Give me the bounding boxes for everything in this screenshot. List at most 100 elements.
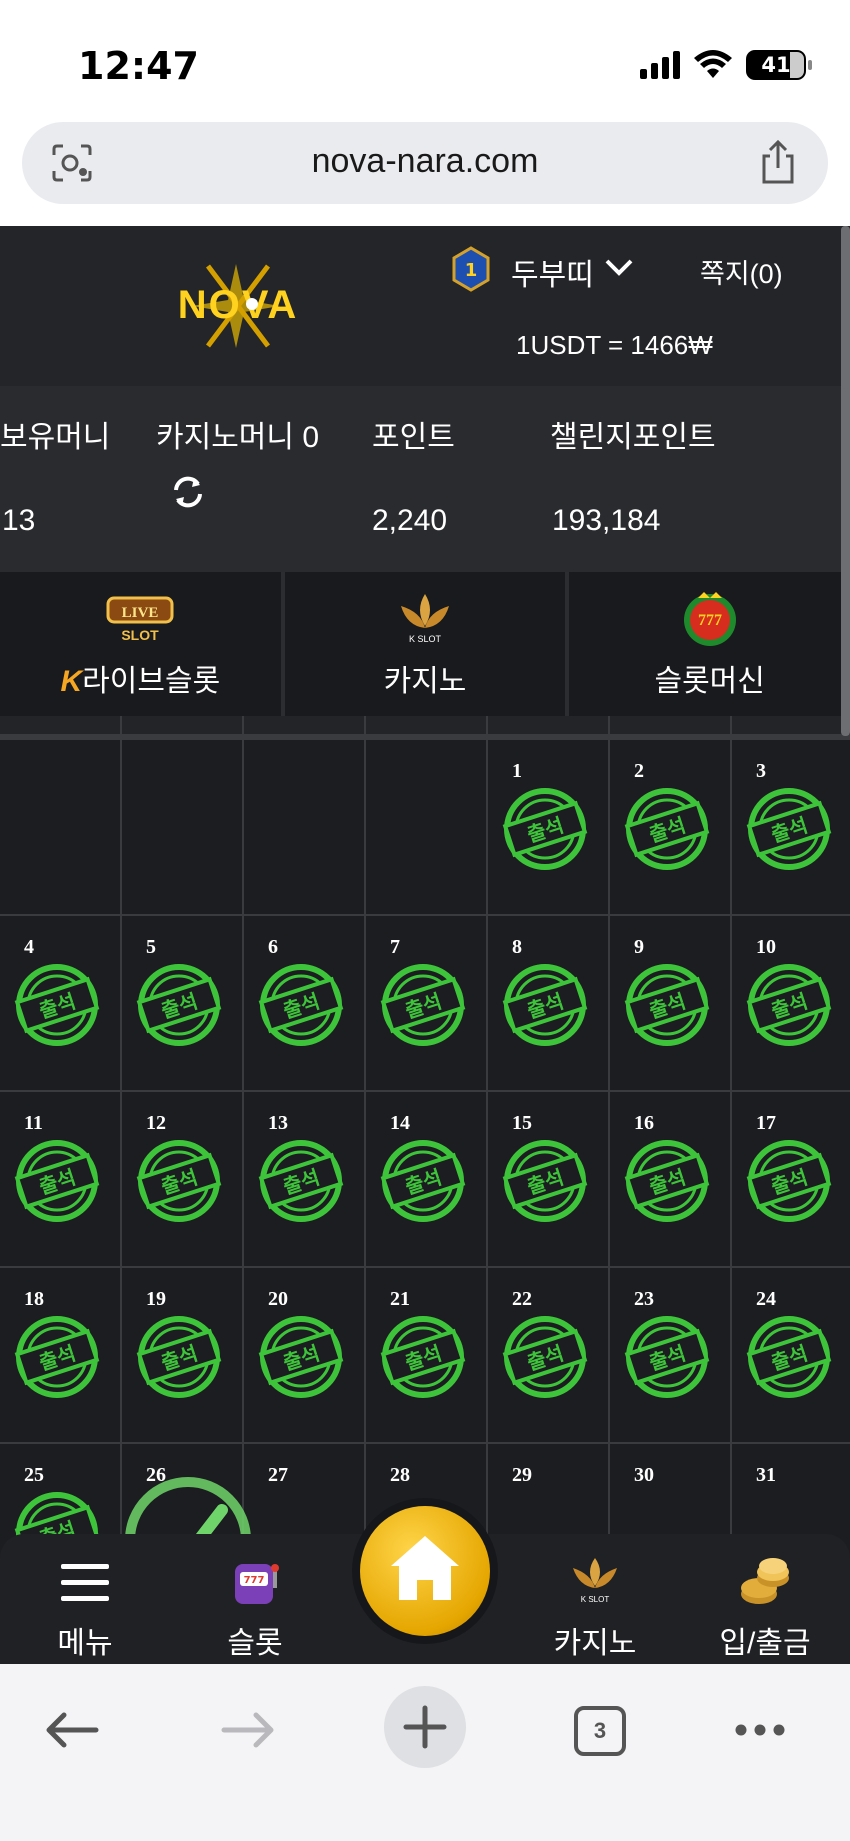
calendar-day-number: 11 (24, 1112, 43, 1134)
calendar-day-cell[interactable]: 17 출석 (732, 1092, 850, 1266)
forward-arrow-icon[interactable] (220, 1710, 276, 1750)
battery-level: 41 (761, 53, 791, 77)
attendance-stamp-icon: 출석 (624, 1316, 710, 1398)
coins-icon (741, 1558, 789, 1604)
stat-label-money: 보유머니 (0, 421, 111, 454)
tab-slot-machine[interactable]: 777 슬롯머신 (569, 572, 850, 716)
level-badge-icon: 1 (452, 246, 490, 292)
status-bar: 12:47 41 (0, 0, 850, 118)
username[interactable]: 두부띠 (511, 250, 594, 294)
nav-slot-label: 슬롯 (227, 1627, 283, 1660)
calendar-day-cell[interactable]: 19 출석 (122, 1268, 242, 1442)
calendar-day-cell[interactable]: 10 출석 (732, 916, 850, 1090)
svg-text:777: 777 (698, 612, 722, 629)
calendar-day-cell[interactable]: 11 출석 (0, 1092, 120, 1266)
calendar-day-cell[interactable]: 20 출석 (244, 1268, 364, 1442)
calendar-day-number: 24 (756, 1288, 776, 1310)
calendar-empty-cell (0, 740, 120, 914)
chevron-down-icon[interactable] (604, 258, 634, 278)
url-text[interactable]: nova-nara.com (22, 142, 828, 181)
tab-casino[interactable]: K SLOT 카지노 (285, 572, 570, 716)
attendance-stamp-icon: 출석 (502, 1316, 588, 1398)
attendance-stamp-icon: 출석 (14, 1140, 100, 1222)
messages-link[interactable]: 쪽지(0) (700, 252, 783, 291)
page-scrollbar[interactable] (841, 226, 850, 736)
attendance-stamp-icon: 출석 (746, 1316, 832, 1398)
nav-casino[interactable]: K SLOT 카지노 (510, 1534, 680, 1664)
nova-logo[interactable]: NOVA (148, 256, 328, 356)
stat-label-points: 포인트 (372, 421, 455, 454)
tab-casino-label: 카지노 (383, 665, 467, 698)
calendar-header-cell (122, 716, 242, 734)
attendance-stamp-icon: 출석 (258, 1316, 344, 1398)
calendar-day-cell[interactable]: 13 출석 (244, 1092, 364, 1266)
calendar-day-cell[interactable]: 4 출석 (0, 916, 120, 1090)
calendar-day-cell[interactable]: 21 출석 (366, 1268, 486, 1442)
calendar-day-cell[interactable]: 9 출석 (610, 916, 730, 1090)
calendar-day-number: 18 (24, 1288, 44, 1310)
calendar-day-cell[interactable]: 8 출석 (488, 916, 608, 1090)
calendar-day-cell[interactable]: 1 출석 (488, 740, 608, 914)
calendar-day-number: 28 (390, 1464, 410, 1486)
calendar-day-cell[interactable]: 15 출석 (488, 1092, 608, 1266)
site-content: NOVA 1 두부띠 쪽지(0) 1USDT = 1466₩ 보유머니 13 카… (0, 226, 850, 1664)
svg-text:K SLOT: K SLOT (409, 634, 442, 644)
more-icon[interactable] (734, 1722, 786, 1738)
tab-switcher-button[interactable]: 3 (574, 1706, 626, 1756)
calendar-day-number: 14 (390, 1112, 410, 1134)
calendar-day-number: 8 (512, 936, 522, 958)
stat-value-points: 2,240 (372, 504, 448, 537)
calendar-day-number: 2 (634, 760, 644, 782)
calendar-day-cell[interactable]: 3 출석 (732, 740, 850, 914)
calendar-day-cell[interactable]: 16 출석 (610, 1092, 730, 1266)
live-slot-icon: LIVE SLOT (106, 596, 174, 643)
attendance-stamp-icon: 출석 (380, 1316, 466, 1398)
refresh-icon[interactable] (170, 474, 206, 510)
hamburger-icon (61, 1564, 109, 1601)
calendar-day-number: 13 (268, 1112, 288, 1134)
calendar-day-number: 5 (146, 936, 156, 958)
calendar-day-number: 10 (756, 936, 776, 958)
calendar-day-cell[interactable]: 2 출석 (610, 740, 730, 914)
calendar-day-cell[interactable]: 5 출석 (122, 916, 242, 1090)
calendar-day-number: 3 (756, 760, 766, 782)
nav-slot[interactable]: 777 슬롯 (170, 1534, 340, 1664)
balance-panel: 보유머니 13 카지노머니 0 포인트 2,240 챌린지포인트 193,184 (0, 386, 850, 572)
slot-machine-icon: 777 (235, 1564, 279, 1604)
k-badge-icon: K (60, 665, 83, 698)
attendance-stamp-icon: 출석 (14, 964, 100, 1046)
nav-menu-label: 메뉴 (57, 1627, 113, 1660)
calendar-day-cell[interactable]: 18 출석 (0, 1268, 120, 1442)
calendar-empty-cell (244, 740, 364, 914)
calendar-day-cell[interactable]: 23 출석 (610, 1268, 730, 1442)
exchange-rate: 1USDT = 1466₩ (516, 330, 713, 360)
calendar-header-cell (488, 716, 608, 734)
calendar-day-number: 27 (268, 1464, 288, 1486)
calendar-day-number: 16 (634, 1112, 654, 1134)
address-bar[interactable]: nova-nara.com (22, 122, 828, 204)
attendance-stamp-icon: 출석 (502, 964, 588, 1046)
home-button[interactable] (360, 1506, 490, 1636)
calendar-header-cell (0, 716, 120, 734)
attendance-stamp-icon: 출석 (136, 964, 222, 1046)
calendar-day-cell[interactable]: 7 출석 (366, 916, 486, 1090)
status-icons: 41 (640, 50, 812, 80)
attendance-stamp-icon: 출석 (624, 964, 710, 1046)
nav-menu[interactable]: 메뉴 (0, 1534, 170, 1664)
attendance-stamp-icon: 출석 (746, 964, 832, 1046)
calendar-day-cell[interactable]: 12 출석 (122, 1092, 242, 1266)
tab-live-slot[interactable]: LIVE SLOT K라이브슬롯 (0, 572, 285, 716)
attendance-stamp-icon: 출석 (14, 1316, 100, 1398)
calendar-day-cell[interactable]: 14 출석 (366, 1092, 486, 1266)
attendance-stamp-icon: 출석 (624, 788, 710, 870)
nav-deposit-withdraw[interactable]: 입/출금 (680, 1534, 850, 1664)
calendar-day-cell[interactable]: 6 출석 (244, 916, 364, 1090)
status-time: 12:47 (78, 44, 199, 88)
calendar-day-number: 9 (634, 936, 644, 958)
back-arrow-icon[interactable] (44, 1710, 100, 1750)
new-tab-button[interactable] (384, 1686, 466, 1768)
calendar-day-cell[interactable]: 24 출석 (732, 1268, 850, 1442)
calendar-day-cell[interactable]: 22 출석 (488, 1268, 608, 1442)
share-icon[interactable] (758, 140, 798, 184)
stat-value-money: 13 (2, 504, 36, 537)
